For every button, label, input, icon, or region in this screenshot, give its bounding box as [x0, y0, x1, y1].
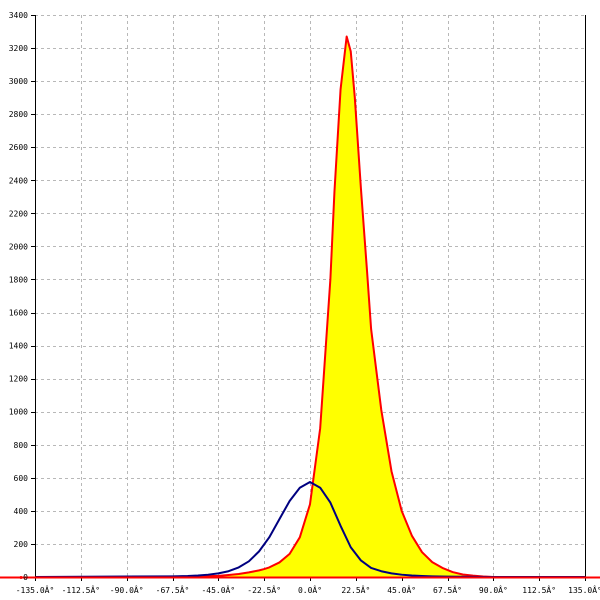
y-tick-label: 0 [23, 573, 28, 582]
x-tick-label: 90.0Â° [479, 584, 508, 595]
y-tick-label: 600 [14, 474, 29, 483]
y-tick-label: 400 [14, 507, 29, 516]
x-tick-label: 45.0Â° [387, 584, 416, 595]
y-tick-label: 1000 [9, 408, 28, 417]
x-tick-label: -90.0Â° [110, 584, 144, 595]
y-tick-label: 1400 [9, 342, 28, 351]
x-tick-label: -67.5Â° [156, 584, 190, 595]
x-tick-label: 112.5Â° [522, 584, 556, 595]
y-tick-label: 3200 [9, 44, 28, 53]
x-tick-label: -45.0Â° [201, 584, 235, 595]
y-tick-label: 2800 [9, 110, 28, 119]
x-tick-label: 135.0Â° [568, 584, 600, 595]
y-tick-label: 2400 [9, 176, 28, 185]
grid [35, 15, 585, 577]
x-tick-label: -135.0Â° [16, 584, 55, 595]
x-tick-label: 67.5Â° [433, 584, 462, 595]
x-tick-label: 0.0Â° [298, 584, 322, 595]
y-tick-label: 1600 [9, 309, 28, 318]
y-tick-label: 1200 [9, 375, 28, 384]
y-tick-label: 3000 [9, 77, 28, 86]
y-tick-label: 3400 [9, 11, 28, 20]
y-tick-label: 800 [14, 441, 29, 450]
tick-labels: -135.0Â° -112.5Â° -90.0Â° -67.5Â° -45.0Â° -22… [9, 11, 600, 595]
x-tick-label: 22.5Â° [341, 584, 370, 595]
x-tick-label: -112.5Â° [62, 584, 101, 595]
baseline-marker [19, 576, 23, 579]
y-tick-label: 200 [14, 540, 29, 549]
x-tick-label: -22.5Â° [247, 584, 281, 595]
y-tick-label: 2000 [9, 242, 28, 251]
y-tick-label: 2200 [9, 209, 28, 218]
axes [0, 15, 600, 581]
y-tick-label: 1800 [9, 275, 28, 284]
y-tick-label: 2600 [9, 143, 28, 152]
chart: -135.0Â° -112.5Â° -90.0Â° -67.5Â° -45.0Â° -22… [0, 11, 600, 595]
